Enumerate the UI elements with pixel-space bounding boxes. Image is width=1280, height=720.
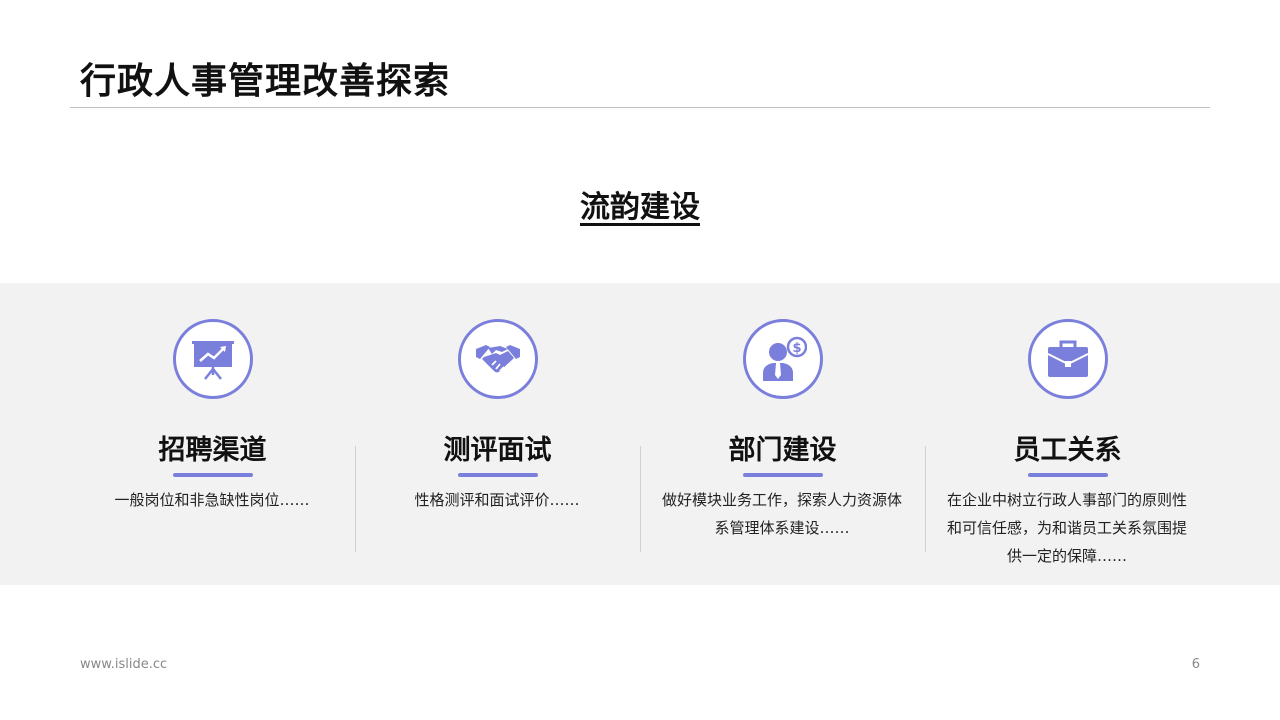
presentation-chart-icon: [192, 341, 234, 380]
page-title: 行政人事管理改善探索: [80, 61, 451, 102]
feature-title: 员工关系: [1013, 435, 1122, 466]
feature-item-relations: 员工关系 在企业中树立行政人事部门的原则性和可信任感，为和谐员工关系氛围提供一定…: [925, 283, 1210, 585]
svg-text:$: $: [792, 341, 801, 356]
title-underline-bar: [743, 473, 823, 477]
feature-description: 性格测评和面试评价……: [414, 491, 580, 509]
feature-description: 在企业中树立行政人事部门的原则性和可信任感，为和谐员工关系氛围提供一定的保障……: [947, 491, 1188, 565]
feature-title: 测评面试: [443, 435, 552, 466]
footer-website: www.islide.cc: [80, 657, 168, 672]
title-underline-bar: [1028, 473, 1108, 477]
feature-description: 一般岗位和非急缺性岗位……: [114, 491, 310, 509]
section-subtitle: 流韵建设: [580, 190, 700, 225]
feature-item-recruitment: 招聘渠道 一般岗位和非急缺性岗位……: [70, 283, 355, 585]
icon-circle: [1028, 319, 1108, 399]
feature-item-assessment: 测评面试 性格测评和面试评价……: [355, 283, 640, 585]
briefcase-icon: [1047, 340, 1089, 377]
feature-description: 做好模块业务工作，探索人力资源体系管理体系建设……: [662, 491, 903, 537]
person-dollar-icon: $: [763, 336, 807, 381]
icon-circle: [458, 319, 538, 399]
feature-item-department: $ 部门建设 做好模块业务工作，探索人力资源体系管理体系建设……: [640, 283, 925, 585]
handshake-icon: [476, 345, 520, 373]
icon-circle: [173, 319, 253, 399]
feature-title: 招聘渠道: [158, 435, 267, 466]
title-underline-bar: [458, 473, 538, 477]
page-number: 6: [1191, 657, 1200, 672]
title-underline-bar: [173, 473, 253, 477]
icon-circle: $: [743, 319, 823, 399]
title-divider: [70, 107, 1210, 108]
feature-title: 部门建设: [728, 435, 837, 466]
feature-band: 招聘渠道 一般岗位和非急缺性岗位…… 测评面试 性格测评和面试评价…… $ 部门…: [0, 283, 1280, 585]
